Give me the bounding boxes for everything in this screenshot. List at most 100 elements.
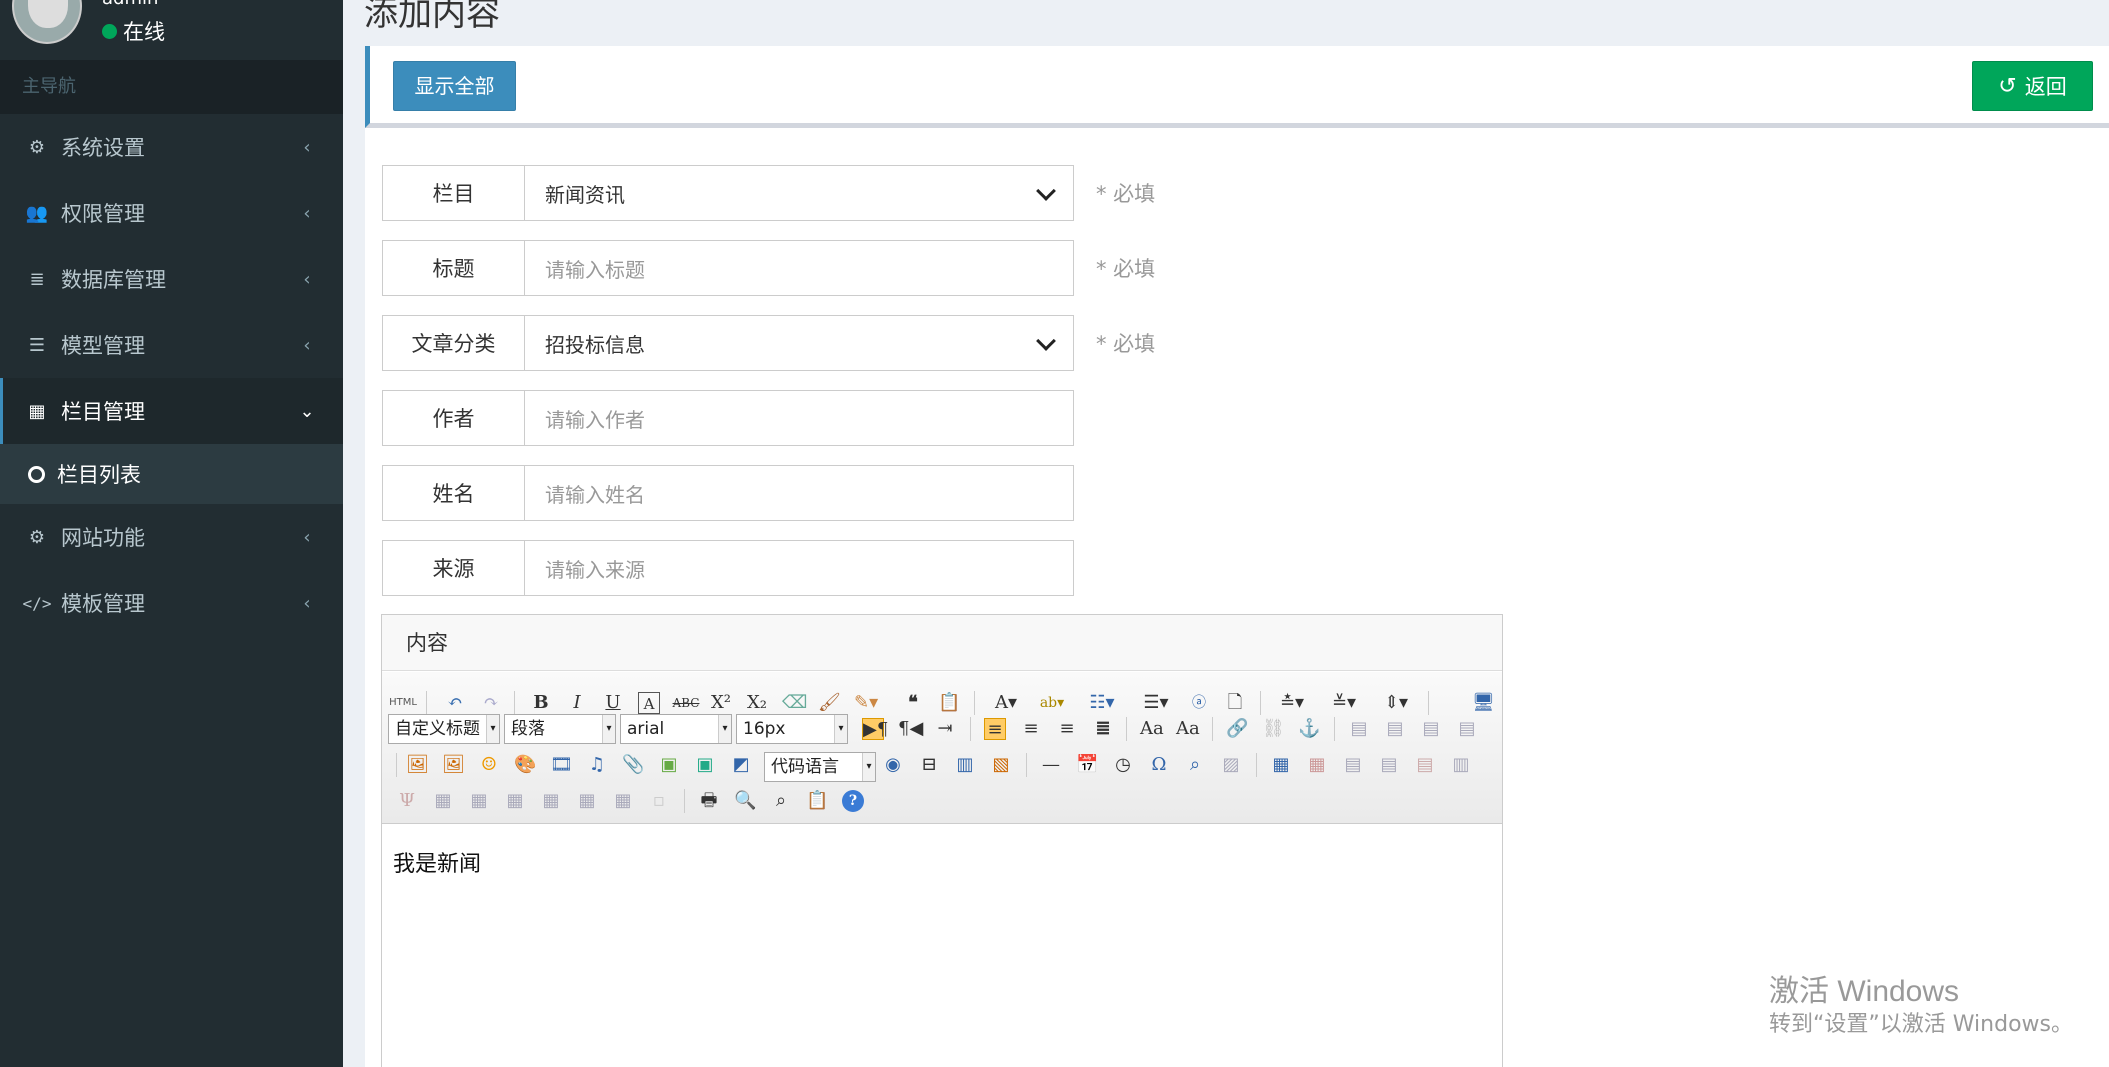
delete-col-icon[interactable]: Ψ [396,790,418,812]
image-left-icon[interactable]: ▤ [1384,718,1406,740]
source-input[interactable]: 请输入来源 [525,540,1074,596]
background-color-icon[interactable]: ab▾ [1034,692,1070,714]
align-right-icon[interactable]: ≡ [1056,718,1078,740]
web-app-icon[interactable]: ◉ [882,754,904,776]
delete-table-icon[interactable]: ▦ [1306,754,1328,776]
select-all-icon[interactable]: ⓐ [1188,692,1210,714]
unlink-icon[interactable]: ⛓ [1262,718,1285,740]
music-icon[interactable]: ♫ [586,754,608,776]
gmap-icon[interactable]: ▣ [694,754,716,776]
superscript-icon[interactable]: X² [710,692,732,714]
code-language-select[interactable]: 代码语言 ▾ [764,752,876,782]
font-border-icon[interactable]: A [638,692,660,714]
row-spacing-top-icon[interactable]: ≛▾ [1274,692,1310,714]
special-char-icon[interactable]: Ω [1148,754,1170,776]
sidebar-item-templates[interactable]: </> 模板管理 ‹ [0,570,343,636]
merge-down-icon[interactable]: ▦ [504,790,526,812]
sidebar-item-permissions[interactable]: 👥 权限管理 ‹ [0,180,343,246]
back-button[interactable]: ↺ 返回 [1972,61,2093,111]
anchor-icon[interactable]: ⚓ [1298,718,1320,740]
rtl-icon[interactable]: ¶◀ [898,718,923,740]
preview-icon[interactable]: 🔍 [734,790,756,812]
font-family-select[interactable]: arial ▾ [620,714,732,744]
show-all-button[interactable]: 显示全部 [393,61,516,111]
indent-icon[interactable]: ⇥ [934,718,956,740]
delete-row-icon[interactable]: ▤ [1414,754,1436,776]
title-input[interactable]: 请输入标题 [525,240,1074,296]
insert-frame-icon[interactable]: ◩ [730,754,752,776]
uppercase-icon[interactable]: Aa [1140,718,1164,740]
video-icon[interactable]: 🎞 [550,754,573,776]
emotion-icon[interactable]: ☺ [478,754,500,776]
custom-title-select[interactable]: 自定义标题 ▾ [388,714,500,744]
sidebar-item-system-settings[interactable]: ⚙ 系统设置 ‹ [0,114,343,180]
clear-doc-icon[interactable]: 🗋 [1224,692,1246,714]
search-replace-icon[interactable]: ⌕ [1184,754,1206,776]
sidebar-item-models[interactable]: ☰ 模型管理 ‹ [0,312,343,378]
align-left-icon[interactable]: ≡ [984,718,1006,740]
eraser-icon[interactable]: ⌫ [782,692,807,714]
subscript-icon[interactable]: X₂ [746,692,768,714]
print-icon[interactable]: 🖶 [698,790,720,812]
image-center-icon[interactable]: ▤ [1456,718,1478,740]
align-justify-icon[interactable]: ≣ [1092,718,1114,740]
sidebar-item-site-functions[interactable]: ⚙ 网站功能 ‹ [0,504,343,570]
multi-image-icon[interactable]: 🖼 [442,754,465,776]
row-spacing-bottom-icon[interactable]: ≚▾ [1326,692,1362,714]
insert-row-icon[interactable]: ▤ [1378,754,1400,776]
align-center-icon[interactable]: ≡ [1020,718,1042,740]
ltr-icon[interactable]: ▶¶ [862,718,888,740]
merge-right-icon[interactable]: ▦ [468,790,490,812]
insert-col-icon[interactable]: ▥ [1450,754,1472,776]
font-size-select[interactable]: 16px ▾ [736,714,848,744]
insert-paragraph-before-table-icon[interactable]: ▤ [1342,754,1364,776]
attachment-icon[interactable]: 📎 [622,754,644,776]
bold-icon[interactable]: B [530,692,552,714]
link-icon[interactable]: 🔗 [1226,718,1248,740]
avatar[interactable] [12,0,82,44]
editor-content[interactable]: 我是新闻 [393,846,481,878]
split-cols-icon[interactable]: ▦ [612,790,634,812]
italic-icon[interactable]: I [566,692,588,714]
author-input[interactable]: 请输入作者 [525,390,1074,446]
column-select[interactable]: 新闻资讯 [525,165,1074,221]
horizontal-rule-icon[interactable]: — [1040,754,1062,776]
sidebar-item-columns[interactable]: ▦ 栏目管理 ⌄ [0,378,343,444]
time-icon[interactable]: ◷ [1112,754,1134,776]
paste-plain-icon[interactable]: 📋 [938,692,960,714]
image-right-icon[interactable]: ▤ [1420,718,1442,740]
split-rows-icon[interactable]: ▦ [576,790,598,812]
simple-upload-icon[interactable]: 🖼 [406,754,429,776]
insert-table-icon[interactable]: ▦ [1270,754,1292,776]
sidebar-subitem-column-list[interactable]: 栏目列表 [0,444,343,504]
sidebar-item-database[interactable]: ≣ 数据库管理 ‹ [0,246,343,312]
background-icon[interactable]: ▧ [990,754,1012,776]
underline-icon[interactable]: U [602,692,624,714]
format-brush-icon[interactable]: 🖌 [818,692,841,714]
page-break-icon[interactable]: ⊟ [918,754,940,776]
image-none-icon[interactable]: ▤ [1348,718,1370,740]
strikethrough-icon[interactable]: ABC [672,692,700,714]
fullscreen-icon[interactable]: 🖥 [1472,692,1495,714]
find-icon[interactable]: ⌕ [770,790,792,812]
draft-icon[interactable]: ▨ [1220,754,1242,776]
editor-area[interactable] [382,825,1502,1067]
undo-icon[interactable]: ↶ [444,692,466,714]
template-icon[interactable]: ▥ [954,754,976,776]
auto-format-icon[interactable]: ✎▾ [854,692,878,714]
drafts-icon[interactable]: 📋 [806,790,828,812]
unordered-list-icon[interactable]: ☰▾ [1138,692,1174,714]
map-icon[interactable]: ▣ [658,754,680,776]
lowercase-icon[interactable]: Aa [1176,718,1200,740]
ordered-list-icon[interactable]: ☷▾ [1084,692,1120,714]
html-source-icon[interactable]: HTML [388,692,418,714]
redo-icon[interactable]: ↷ [480,692,502,714]
font-color-icon[interactable]: A▾ [988,692,1024,714]
charts-icon[interactable]: ▫ [648,790,670,812]
category-select[interactable]: 招投标信息 [525,315,1074,371]
paragraph-select[interactable]: 段落 ▾ [504,714,616,744]
blockquote-icon[interactable]: ❝ [902,692,924,714]
merge-cells-icon[interactable]: ▦ [432,790,454,812]
date-icon[interactable]: 📅 [1076,754,1098,776]
line-height-icon[interactable]: ⇕▾ [1378,692,1414,714]
